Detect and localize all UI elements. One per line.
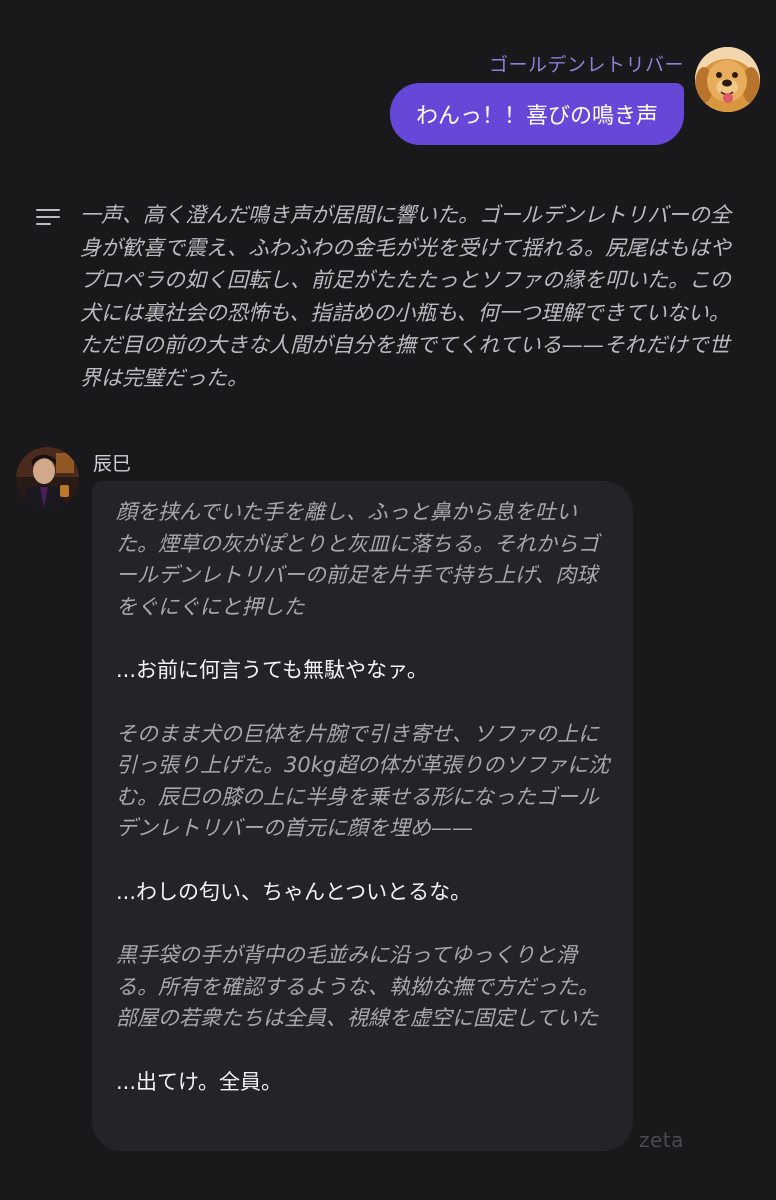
user-message-text: わんっ！！喜びの鳴き声 [415, 104, 658, 129]
narration-text: 一声、高く澄んだ鳴き声が居間に響いた。ゴールデンレトリバーの全身が歓喜で震え、ふ… [80, 203, 731, 390]
message-narration: 黒手袋の手が背中の毛並みに沿ってゆっくりと滑る。所有を確認するような、執拗な撫で… [116, 943, 599, 1030]
tatsumi-icon [16, 447, 79, 510]
zeta-watermark: zeta [639, 1128, 684, 1152]
message-speech: ...お前に何言うても無駄やなァ。 [116, 658, 428, 682]
character-sender-name: 辰巳 [93, 453, 132, 475]
character-message-bubble: 顔を挟んでいた手を離し、ふっと鼻から息を吐いた。煙草の灰がぽとりと灰皿に落ちる。… [92, 481, 633, 1151]
message-speech: ...出てけ。全員。 [116, 1069, 282, 1094]
menu-lines-icon[interactable] [36, 209, 60, 227]
message-narration: そのまま犬の巨体を片腕で引き寄せ、ソファの上に引っ張り上げた。30kg超の体が革… [116, 721, 610, 841]
tatsumi-avatar[interactable] [16, 447, 79, 510]
user-message-bubble: わんっ！！喜びの鳴き声 [389, 83, 684, 145]
user-sender-name: ゴールデンレトリバー [488, 54, 684, 76]
message-narration: 顔を挟んでいた手を離し、ふっと鼻から息を吐いた。煙草の灰がぽとりと灰皿に落ちる。… [116, 500, 599, 619]
message-speech: ...わしの匂い、ちゃんとついとるな。 [116, 879, 472, 904]
golden-retriever-icon [695, 47, 760, 112]
golden-retriever-avatar[interactable] [695, 47, 760, 112]
